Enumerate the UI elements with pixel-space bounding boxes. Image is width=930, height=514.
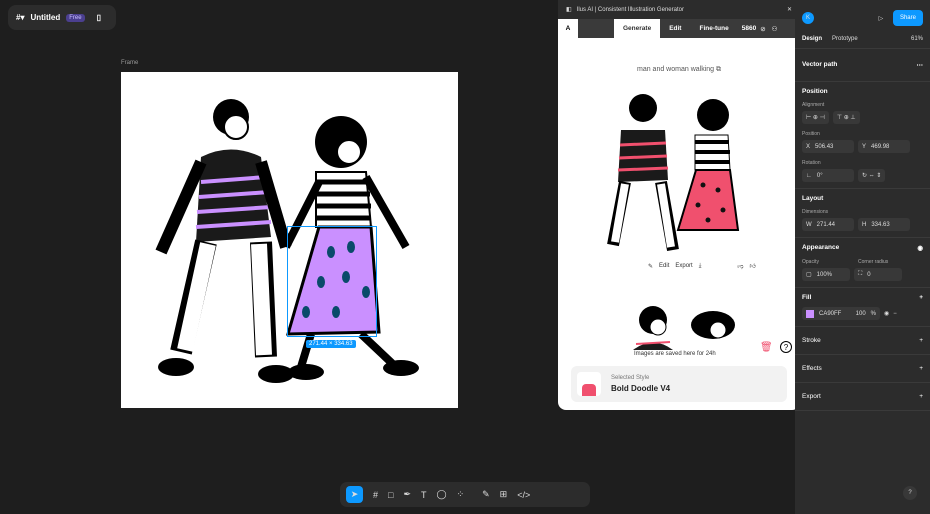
rotation-label: Rotation [802,160,821,166]
appearance-heading: Appearance [802,244,840,251]
dev-mode-icon[interactable]: </> [517,490,530,500]
layer-header: Vector path ⋯ [795,49,930,82]
stroke-heading: Stroke [802,337,821,344]
sidebar-toggle-icon[interactable]: ▯ [97,13,101,22]
plugin-titlebar: ◧ Ilus AI | Consistent Illustration Gene… [558,0,800,19]
help-icon[interactable]: ? [780,341,792,353]
rectangle-tool-icon[interactable]: □ [388,490,393,500]
share-button[interactable]: Share [892,10,923,26]
selection-size-label: 271.44 × 334.63 [306,340,356,348]
tab-design[interactable]: Design [802,36,822,42]
effects-heading: Effects [802,365,822,372]
edit-button[interactable]: Edit [659,263,669,269]
dimensions-label: Dimensions [802,209,829,215]
selected-style-label: Selected Style [611,375,650,381]
copy-icon[interactable]: ⧉ [716,66,721,73]
file-menu-pill: #▾ Untitled Free ▯ [8,5,116,30]
export-button[interactable]: Export [675,263,692,269]
generated-image[interactable] [603,90,753,260]
opacity-label: Opacity [802,259,819,265]
bottom-toolbar: ➤ # □ ✒ T ◯ ⁘ ✎ ⊞ </> [340,482,590,507]
pen-tool-icon[interactable]: ✒ [403,489,411,500]
rotation-input[interactable]: ∟ 0° [802,169,854,182]
selected-style-name: Bold Doodle V4 [611,384,671,393]
layer-name: Vector path [802,61,838,68]
saved-notice: Images are saved here for 24h [630,350,720,358]
avatar[interactable]: K [802,12,814,24]
generated-image-2[interactable] [628,300,738,350]
tab-edit[interactable]: Edit [660,19,690,38]
export-heading: Export [802,393,821,400]
visibility-icon[interactable]: ◉ [917,244,923,252]
opacity-input[interactable]: ▢ 100% [802,268,850,281]
add-fill-icon[interactable]: + [919,294,923,301]
comment-tool-icon[interactable]: ◯ [437,489,447,500]
frame-label[interactable]: Frame [121,60,138,66]
text-tool-icon[interactable]: T [421,490,427,500]
tab-fine-tune[interactable]: Fine-tune [690,19,737,38]
figma-menu-icon[interactable]: #▾ [16,13,24,22]
add-stroke-icon[interactable]: + [919,337,923,344]
add-export-icon[interactable]: + [919,393,923,400]
layer-actions-icon[interactable]: ⋯ [917,61,924,69]
style-thumbnail [577,372,601,396]
position-heading: Position [802,88,828,95]
thumbs-up-icon[interactable]: 👍︎ [749,262,755,270]
position-label: Position [802,131,820,137]
plugin-window: ◧ Ilus AI | Consistent Illustration Gene… [558,0,800,410]
prompt-row: man and woman walking ⧉ [558,66,800,74]
edit-icon[interactable]: ✎ [648,263,653,270]
properties-panel: K ▷ Share Design Prototype 61% Vector pa… [795,0,930,514]
plan-badge: Free [66,13,85,22]
y-input[interactable]: Y 469.98 [858,140,910,153]
user-icon[interactable]: ⚇ [772,25,778,33]
width-input[interactable]: W 271.44 [802,218,854,231]
radius-label: Corner radius [858,259,889,265]
tab-generate[interactable]: Generate [614,19,661,38]
fill-visibility-icon[interactable]: ◉ [884,310,889,317]
move-tool-icon[interactable]: ➤ [346,486,363,503]
height-input[interactable]: H 334.63 [858,218,910,231]
alignment-buttons[interactable]: ⊢ ⊕ ⊣ ⊤ ⊕ ⊥ [802,111,923,124]
remove-fill-icon[interactable]: − [893,311,897,317]
frame-tool-icon[interactable]: # [373,490,378,500]
credits-count: 5860 [741,25,757,32]
thumbs-down-icon[interactable]: 👎︎ [737,262,743,270]
close-icon[interactable]: ✕ [787,6,792,13]
trash-icon[interactable]: 🗑︎ [760,342,773,353]
x-input[interactable]: X 506.43 [802,140,854,153]
add-effect-icon[interactable]: + [919,365,923,372]
zoom-level[interactable]: 61% [911,36,923,42]
radius-input[interactable]: ⛶ 0 [854,268,902,281]
design-mode-icon[interactable]: ⊞ [500,489,508,500]
flip-buttons[interactable]: ↻ ⇔ ⇕ [858,169,886,182]
ilus-logo-icon: A [558,19,578,38]
alignment-label: Alignment [802,102,825,108]
components-tool-icon[interactable]: ⁘ [457,489,465,500]
play-icon[interactable]: ▷ [879,15,884,22]
plugin-logo-icon: ◧ [566,7,572,13]
fill-heading: Fill [802,294,812,301]
tab-prototype[interactable]: Prototype [832,36,858,42]
selection-box[interactable] [287,226,377,337]
plugin-title: Ilus AI | Consistent Illustration Genera… [576,6,684,13]
help-button[interactable]: ? [903,486,917,500]
file-title[interactable]: Untitled [30,13,60,22]
image-actions: ✎ Edit Export ⤓ 👎︎ 👍︎ [648,262,756,271]
fill-input[interactable]: CA90FF 100% [802,307,880,320]
draw-mode-icon[interactable]: ✎ [482,489,490,500]
download-icon[interactable]: ⤓ [699,263,702,270]
selected-style-card[interactable]: Selected Style Bold Doodle V4 [571,366,787,402]
fill-swatch [806,309,814,318]
layout-heading: Layout [802,195,824,202]
credits-icon: ⊘ [760,25,766,33]
prompt-text: man and woman walking [637,66,715,73]
